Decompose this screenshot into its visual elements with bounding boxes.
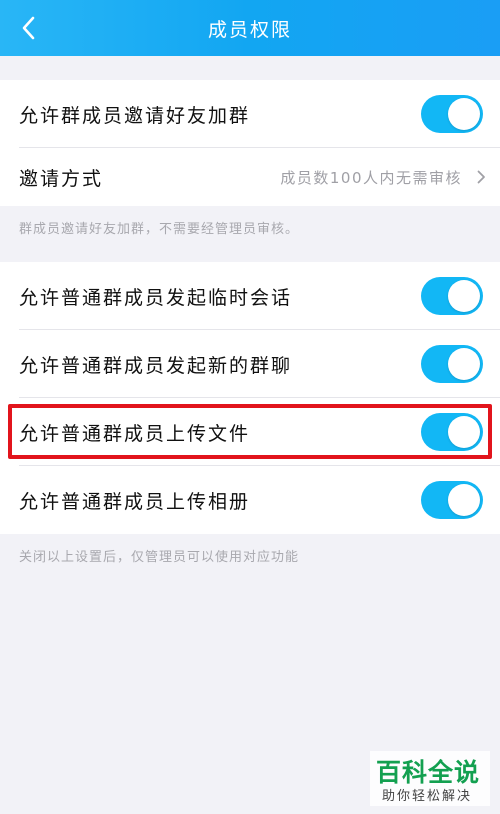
permissions-note: 关闭以上设置后，仅管理员可以使用对应功能 [19, 550, 300, 565]
temp-chat-toggle[interactable] [421, 277, 483, 315]
upload-album-toggle[interactable] [421, 481, 483, 519]
settings-group-member-permissions: 允许普通群成员发起临时会话 允许普通群成员发起新的群聊 允许普通群成员上传文件 … [0, 262, 500, 534]
toggle-knob [448, 280, 480, 312]
setting-label: 允许普通群成员上传相册 [19, 490, 251, 513]
setting-label: 邀请方式 [19, 167, 104, 190]
toggle-knob [448, 98, 480, 130]
allow-invite-toggle[interactable] [421, 95, 483, 133]
back-button[interactable] [8, 8, 48, 48]
setting-row-temp-chat: 允许普通群成员发起临时会话 [0, 262, 500, 330]
page-title: 成员权限 [207, 18, 292, 41]
setting-label: 允许普通群成员发起临时会话 [19, 286, 293, 309]
setting-row-upload-album: 允许普通群成员上传相册 [0, 466, 500, 534]
setting-row-new-group-chat: 允许普通群成员发起新的群聊 [0, 330, 500, 398]
toggle-knob [448, 348, 480, 380]
invite-note: 群成员邀请好友加群，不需要经管理员审核。 [19, 222, 300, 237]
new-group-chat-toggle[interactable] [421, 345, 483, 383]
invite-method-value: 成员数100人内无需审核 [280, 168, 462, 187]
chevron-right-icon [477, 170, 485, 184]
setting-row-invite-method[interactable]: 邀请方式 成员数100人内无需审核 [0, 148, 500, 206]
settings-group-invite: 允许群成员邀请好友加群 邀请方式 成员数100人内无需审核 [0, 80, 500, 206]
setting-row-allow-invite: 允许群成员邀请好友加群 [0, 80, 500, 148]
watermark-sub-text: 助你轻松解决 [382, 789, 473, 804]
setting-label: 允许群成员邀请好友加群 [19, 104, 251, 127]
highlight-box [8, 404, 492, 459]
watermark-main-text: 百科全说 [376, 758, 481, 787]
watermark-logo: 百科全说 助你轻松解决 [370, 751, 490, 806]
chevron-left-icon [22, 16, 35, 40]
toggle-knob [448, 484, 480, 516]
nav-header: 成员权限 [0, 0, 500, 56]
setting-label: 允许普通群成员发起新的群聊 [19, 354, 293, 377]
